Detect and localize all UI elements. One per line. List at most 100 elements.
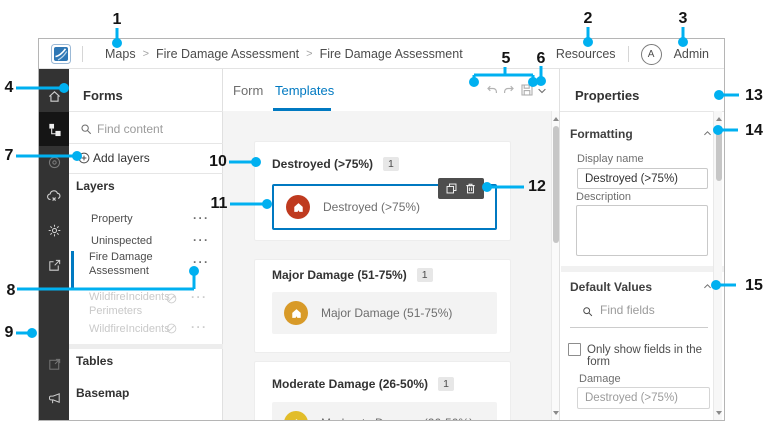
callout-number-2: 2 [583, 10, 593, 27]
save-menu-chevron-icon[interactable] [536, 85, 548, 97]
geofences-icon[interactable] [39, 147, 69, 177]
section-separator [561, 266, 724, 272]
only-show-fields-checkbox[interactable] [568, 343, 581, 356]
templates-scrollbar[interactable] [551, 111, 559, 420]
scrollbar-thumb[interactable] [715, 126, 722, 181]
layer-options-icon[interactable]: ··· [191, 290, 208, 304]
scroll-up-arrow[interactable] [715, 117, 722, 121]
destroyed-symbol [286, 195, 310, 219]
layers-section-header[interactable]: Layers [76, 179, 115, 193]
template-item-label: Major Damage (51-75%) [321, 306, 453, 320]
template-count-badge: 1 [383, 157, 399, 171]
breadcrumb-form-name: Fire Damage Assessment [319, 47, 463, 61]
callout-number-1: 1 [112, 11, 122, 28]
template-count-badge: 1 [416, 268, 433, 282]
house-icon [293, 202, 303, 212]
save-icon[interactable] [519, 82, 535, 98]
tab-form[interactable]: Form [233, 83, 263, 98]
search-underline [570, 327, 708, 328]
layer-item-property[interactable]: Property [91, 212, 179, 226]
collapse-formatting-icon[interactable] [702, 128, 713, 139]
basemap-section-header[interactable]: Basemap [76, 386, 129, 400]
collapse-default-values-icon[interactable] [702, 281, 713, 292]
duplicate-icon[interactable] [445, 182, 458, 195]
layer-options-icon[interactable]: ··· [193, 233, 210, 247]
breadcrumb-map-name[interactable]: Fire Damage Assessment [156, 47, 299, 61]
feedback-icon[interactable] [39, 383, 69, 413]
divider [69, 143, 223, 144]
display-name-label: Display name [577, 153, 644, 165]
breadcrumb-maps[interactable]: Maps [105, 47, 136, 61]
add-layers-button[interactable]: Add layers [93, 151, 150, 165]
offline-icon[interactable] [39, 181, 69, 211]
properties-scrollbar[interactable] [713, 111, 722, 420]
settings-icon[interactable] [39, 215, 69, 245]
find-content-input[interactable]: Find content [97, 122, 163, 136]
layer-item-fire-damage-assessment[interactable]: Fire Damage Assessment [89, 250, 169, 278]
redo-icon[interactable] [501, 82, 517, 98]
properties-panel: Properties Formatting Display name Descr… [559, 69, 724, 420]
esri-logo [51, 44, 71, 64]
damage-field-label: Damage [579, 373, 621, 385]
scroll-down-arrow[interactable] [715, 411, 722, 415]
layer-options-icon[interactable]: ··· [191, 320, 208, 334]
callout-number-9: 9 [4, 324, 14, 341]
header-divider [627, 46, 629, 62]
template-group-title: Destroyed (>75%) 1 [272, 157, 399, 171]
annotated-screenshot: Maps > Fire Damage Assessment > Fire Dam… [0, 0, 773, 423]
user-menu[interactable]: Admin [674, 47, 709, 61]
layer-item-uninspected[interactable]: Uninspected [91, 234, 179, 248]
layer-options-icon[interactable]: ··· [193, 255, 210, 269]
layer-options-icon[interactable]: ··· [193, 211, 210, 225]
callout-number-3: 3 [678, 10, 688, 27]
not-visible-icon [166, 323, 177, 334]
group-title-text: Moderate Damage (26-50%) [272, 377, 429, 391]
search-icon [583, 307, 593, 317]
breadcrumb-separator: > [306, 48, 313, 60]
open-in-map-viewer-icon[interactable] [39, 349, 69, 379]
display-name-input[interactable] [577, 168, 708, 189]
home-icon[interactable] [39, 81, 69, 111]
callout-number-5: 5 [501, 50, 511, 67]
editor-tabbar: Form Templates [223, 69, 559, 111]
expand-icon[interactable] [39, 413, 69, 420]
template-group-title: Moderate Damage (26-50%) 1 [272, 377, 454, 391]
header-divider [82, 46, 83, 62]
group-title-text: Major Damage (51-75%) [272, 268, 407, 282]
template-item-moderate-damage[interactable]: Moderate Damage (26-50%) [272, 402, 497, 420]
undo-icon[interactable] [484, 82, 500, 98]
callout-number-11: 11 [210, 195, 228, 212]
sharing-icon[interactable] [39, 250, 69, 280]
callout-number-8: 8 [6, 282, 16, 299]
delete-icon[interactable] [464, 182, 477, 195]
default-values-section-header[interactable]: Default Values [570, 280, 652, 294]
tables-section-header[interactable]: Tables [76, 354, 113, 368]
forms-panel: Forms Find content Add layers Layers Pro… [69, 69, 236, 420]
app-header: Maps > Fire Damage Assessment > Fire Dam… [39, 39, 724, 69]
template-item-major-damage[interactable]: Major Damage (51-75%) [272, 292, 497, 334]
callout-number-12: 12 [528, 178, 546, 195]
selected-layer-indicator [71, 251, 74, 289]
breadcrumb: Maps > Fire Damage Assessment > Fire Dam… [105, 47, 463, 61]
only-show-fields-label: Only show fields in the form [587, 344, 703, 368]
description-label: Description [576, 191, 632, 203]
search-icon [81, 124, 92, 135]
divider [69, 111, 223, 112]
layer-item-wildfireincidents[interactable]: WildfireIncidents [89, 322, 177, 336]
resources-link[interactable]: Resources [556, 47, 616, 61]
callout-number-14: 14 [745, 122, 763, 139]
formatting-section-header[interactable]: Formatting [570, 127, 633, 141]
description-textarea[interactable] [576, 205, 708, 256]
layer-item-wildfireincidents-perimeters[interactable]: WildfireIncidents - Perimeters [89, 290, 177, 318]
forms-panel-title: Forms [83, 88, 123, 103]
find-fields-input[interactable] [600, 303, 700, 317]
damage-field-input[interactable] [577, 387, 710, 409]
properties-title: Properties [575, 88, 640, 103]
tab-templates[interactable]: Templates [275, 83, 334, 98]
nav-rail [39, 69, 69, 420]
section-separator [69, 344, 223, 349]
forms-icon[interactable] [39, 114, 69, 144]
avatar[interactable]: A [640, 43, 662, 65]
template-count-badge: 1 [438, 377, 454, 391]
callout-number-6: 6 [536, 50, 546, 67]
